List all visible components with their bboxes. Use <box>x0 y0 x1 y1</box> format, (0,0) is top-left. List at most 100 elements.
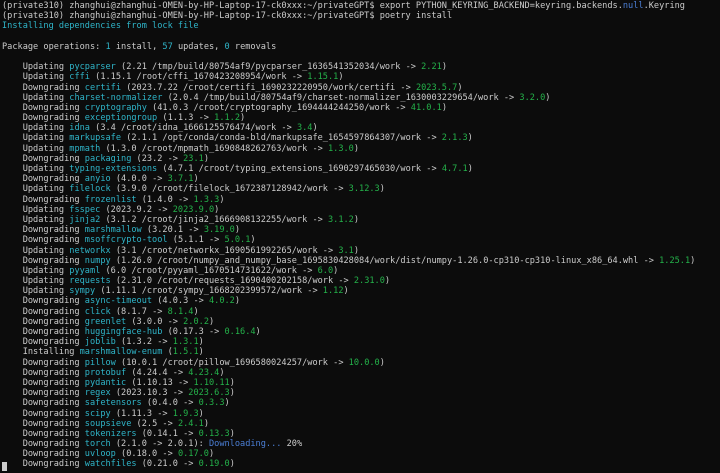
terminal-text-segment: (1.11.3 -> <box>110 408 173 419</box>
terminal-text-segment: ) <box>193 174 199 185</box>
terminal-line: Downgrading scipy (1.11.3 -> 1.9.3) <box>2 409 720 419</box>
terminal-text-segment: Downgrading <box>2 459 85 470</box>
terminal-output[interactable]: (private310) zhanghui@zhanghui-OMEN-by-H… <box>0 0 720 473</box>
terminal-text-segment: ) <box>229 377 235 388</box>
terminal-line: Downgrading soupsieve (2.5 -> 2.4.1) <box>2 419 720 429</box>
terminal-text-segment: ) <box>203 418 210 429</box>
terminal-text-segment: Downgrading <box>2 225 85 236</box>
terminal-text-segment: ) <box>379 184 385 195</box>
terminal-text-segment: 2.0.2 <box>183 316 209 327</box>
terminal-text-segment: (2.0.4 /tmp/build/80754af9/charset-norma… <box>162 92 520 103</box>
terminal-text-segment: pillow <box>84 357 116 368</box>
terminal-text-segment: Updating <box>2 265 70 276</box>
terminal-line: Updating cffi (1.15.1 /root/cffi_1670423… <box>2 72 720 82</box>
terminal-line: Downgrading click (8.1.7 -> 8.1.4) <box>2 307 720 317</box>
terminal-text-segment: Downloading... <box>208 439 282 450</box>
terminal-text-segment: huggingface-hub <box>84 327 163 337</box>
terminal-text-segment: torch <box>84 439 111 450</box>
terminal-text-segment: 1.9.3 <box>172 408 199 419</box>
terminal-text-segment: (2.1.0 -> 2.0.1): <box>110 439 209 450</box>
terminal-line: Updating sympy (1.11.1 /croot/sympy_1668… <box>2 286 720 296</box>
terminal-line: Updating charset-normalizer (2.0.4 /tmp/… <box>2 93 720 103</box>
terminal-text-segment: idna <box>69 123 90 134</box>
terminal-line: Updating jinja2 (3.1.2 /croot/jinja2_166… <box>2 215 720 225</box>
terminal-text-segment: ) <box>240 113 246 124</box>
terminal-text-segment: 3.1.2 <box>327 214 354 225</box>
terminal-text-segment: ) <box>690 255 696 266</box>
terminal-text-segment: regex <box>84 388 111 399</box>
terminal-text-segment: 3.1 <box>338 245 354 256</box>
terminal-text-segment: ) <box>229 428 235 439</box>
terminal-text-segment: click <box>84 306 111 317</box>
terminal-text-segment: safetensors <box>84 398 142 409</box>
terminal-text-segment: (2.5 -> <box>131 418 178 429</box>
terminal-text-segment: (1.15.1 /root/cffi_1670423208954/work -> <box>89 72 308 83</box>
terminal-text-segment: mpmath <box>69 143 101 154</box>
terminal-line: Updating markupsafe (2.1.1 /opt/conda/co… <box>2 133 720 143</box>
terminal-text-segment: uvloop <box>84 449 116 460</box>
terminal-text-segment: requests <box>69 276 111 287</box>
terminal-text-segment: Updating <box>2 245 70 256</box>
terminal-text-segment: 2023.9.0 <box>172 204 215 215</box>
terminal-text-segment: (2.1.1 /opt/conda/conda-bld/markupsafe_1… <box>121 133 442 144</box>
terminal-text-segment: Downgrading <box>2 377 85 388</box>
terminal-text-segment: ) <box>457 82 463 93</box>
terminal-text-segment: ) <box>203 153 210 164</box>
terminal-line: Updating mpmath (1.3.0 /croot/mpmath_169… <box>2 144 720 154</box>
terminal-text-segment: Downgrading <box>2 255 85 266</box>
terminal-text-segment: ) <box>229 459 235 470</box>
terminal-text-segment: Downgrading <box>2 296 85 307</box>
terminal-line: Updating filelock (3.9.0 /croot/filelock… <box>2 184 720 194</box>
terminal-text-segment: Updating <box>2 143 70 154</box>
terminal-text-segment: removals <box>229 41 277 52</box>
terminal-text-segment: 4.7.1 <box>441 164 468 174</box>
terminal-text-segment: (2023.7.22 /croot/certifi_1690232220950/… <box>121 82 416 93</box>
terminal-text-segment: ) <box>545 92 551 103</box>
terminal-text-segment: Updating <box>2 184 70 195</box>
terminal-text-segment: .Keyring <box>643 1 685 11</box>
terminal-line: Downgrading regex (2023.10.3 -> 2023.6.3… <box>2 388 720 398</box>
terminal-text-segment: 10.0.0 <box>348 357 380 368</box>
terminal-text-segment: fsspec <box>69 204 101 215</box>
terminal-text-segment: 4.0.2 <box>208 296 235 307</box>
terminal-text-segment: exceptiongroup <box>84 113 158 124</box>
terminal-text-segment: 57 <box>162 41 173 52</box>
terminal-text-segment: ) <box>219 367 225 378</box>
terminal-text-segment: (2023.10.3 -> <box>110 388 189 399</box>
terminal-line: (private310) zhanghui@zhanghui-OMEN-by-H… <box>2 1 720 11</box>
terminal-line: Downgrading exceptiongroup (1.1.3 -> 1.1… <box>2 113 720 123</box>
terminal-line: Downgrading marshmallow (3.20.1 -> 3.19.… <box>2 225 720 235</box>
terminal-text-segment: Updating <box>2 62 70 73</box>
terminal-text-segment: Updating <box>2 286 70 297</box>
terminal-text-segment: 3.4 <box>296 123 313 134</box>
terminal-text-segment: 20% <box>281 439 303 450</box>
terminal-text-segment: joblib <box>84 337 116 348</box>
terminal-text-segment: (3.4 /croot/idna_1666125576474/work -> <box>89 123 297 134</box>
terminal-text-segment: ) <box>441 62 447 73</box>
terminal-text-segment: (4.7.1 /croot/typing_extensions_16902974… <box>157 164 442 174</box>
terminal-text-segment: ) <box>229 388 235 399</box>
terminal-text-segment: cffi <box>69 72 90 83</box>
terminal-text-segment: ) <box>198 408 204 419</box>
terminal-line: Downgrading greenlet (3.0.0 -> 2.0.2) <box>2 317 720 327</box>
terminal-text-segment: anyio <box>84 174 111 185</box>
terminal-text-segment: Updating <box>2 164 70 174</box>
terminal-line: Downgrading numpy (1.26.0 /croot/numpy_a… <box>2 256 720 266</box>
terminal-text-segment: ) <box>467 164 473 174</box>
terminal-line: Installing dependencies from lock file <box>2 21 720 31</box>
terminal-text-segment: ) <box>219 194 225 205</box>
terminal-text-segment: (1.3.2 -> <box>115 337 173 348</box>
terminal-text-segment: ) <box>312 123 318 134</box>
terminal-text-segment: 1.15.1 <box>307 72 339 83</box>
terminal-text-segment: certifi <box>84 82 122 93</box>
terminal-text-segment: Downgrading <box>2 388 85 399</box>
terminal-text-segment: tokenizers <box>84 428 137 439</box>
terminal-text-segment: (0.14.1 -> <box>136 428 199 439</box>
terminal-text-segment: updates, <box>172 41 225 52</box>
terminal-text-segment: numpy <box>84 255 111 266</box>
terminal-text-segment: Downgrading <box>2 428 85 439</box>
terminal-line: Downgrading safetensors (0.4.0 -> 0.3.3) <box>2 398 720 408</box>
terminal-text-segment: 6.0 <box>317 265 334 276</box>
terminal-text-segment: Updating <box>2 123 70 134</box>
